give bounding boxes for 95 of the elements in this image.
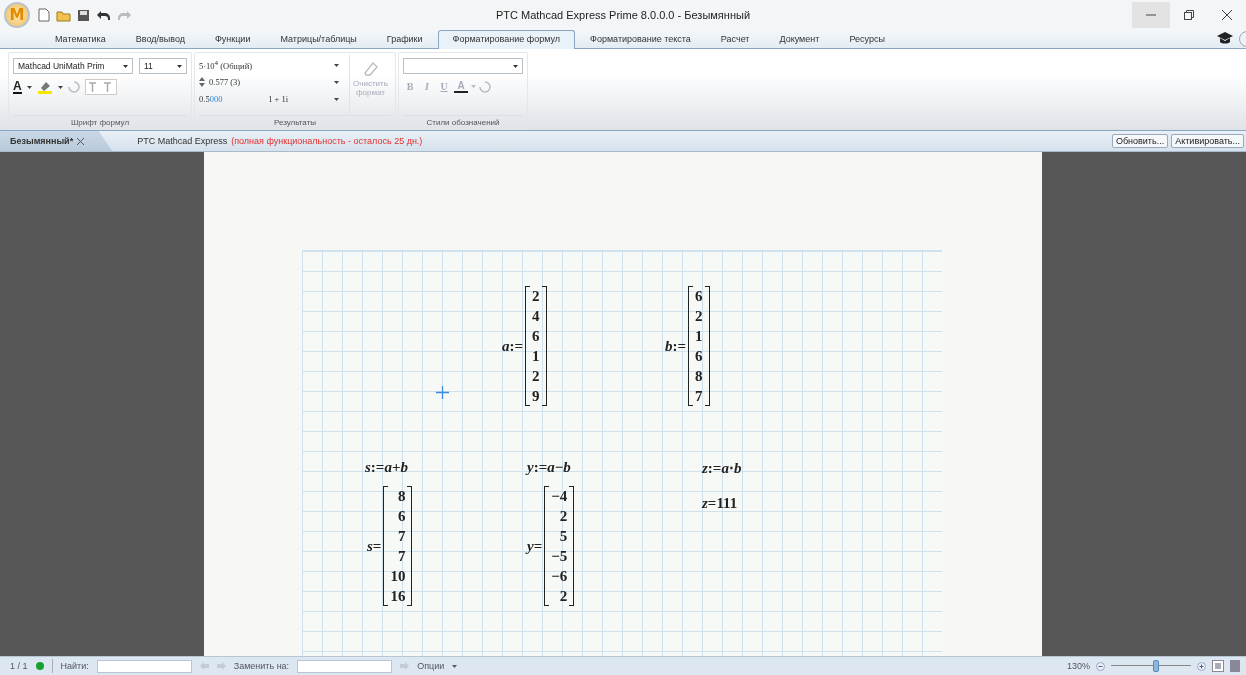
ribbon-tab[interactable]: Ресурсы [834,30,900,48]
crosshair-cursor-icon [436,386,449,399]
group-caption: Результаты [199,115,391,129]
size-dropdown[interactable]: 11 [139,58,187,74]
slider-thumb[interactable] [1152,660,1159,672]
precision-value[interactable]: 0.577 (3) [209,77,241,87]
caret-icon[interactable] [26,85,32,89]
caret-icon [177,64,182,68]
find-label: Найти: [60,661,89,671]
result-format[interactable]: 5·10$^{4}$ (Общий) [199,59,253,71]
matrix-element: 2 [532,287,540,306]
matrix-element: 5 [558,527,568,546]
matrix-element: 9 [532,387,540,406]
matrix-element: 7 [396,547,406,566]
caret-icon[interactable] [334,63,339,67]
math-expression: z=111 [702,495,738,512]
group-caption: Шрифт формул [13,115,187,129]
doc-button[interactable]: Обновить... [1111,134,1169,148]
save-icon[interactable] [77,8,90,22]
matrix-element: 8 [695,367,703,386]
ribbon-tab[interactable]: Математика [40,30,121,48]
matrix-element: −5 [551,547,568,566]
page-counter: 1 / 1 [10,661,28,671]
ribbon-tab[interactable]: Форматирование формул [437,30,576,49]
style-dropdown[interactable] [403,58,523,74]
math-expression: z:=a⋅b [702,459,742,477]
zoom-reading: 130% [1066,661,1090,671]
product-name: PTC Mathcad Express [137,136,228,146]
matrix-element: 2 [532,367,540,386]
folder-icon[interactable] [56,8,71,22]
math-expression: y:=a−b [527,459,571,476]
math-label: y= [527,537,543,555]
ribbon-tab[interactable]: Графики [371,30,438,48]
help-icon[interactable] [1238,31,1246,47]
status-dot-icon [35,662,44,670]
matrix-element: 4 [532,307,540,326]
trial-warning: (полная функциональность - осталось 25 дн.) [231,136,423,146]
page-view-icon[interactable] [1212,660,1224,672]
matrix-element: −6 [551,567,568,586]
matrix-element: 2 [558,507,568,526]
sample-number: 0.5000 [199,94,223,104]
ribbon-tab[interactable]: Расчет [705,30,765,48]
matrix-element: −4 [551,487,568,506]
eraser-icon [362,61,379,77]
caret-icon [513,64,518,68]
highlight-icon[interactable] [36,80,53,94]
graduation-cap-icon[interactable] [1216,31,1234,45]
matrix-element: 1 [695,327,703,346]
caret-icon[interactable] [57,85,63,89]
zoom-in-icon[interactable] [1197,661,1206,671]
new-file-icon[interactable] [38,8,50,22]
ribbon-tab[interactable]: Матрицы/таблицы [265,30,372,48]
replace-field[interactable] [297,659,393,673]
matrix-element: 6 [695,347,703,366]
math-label: s= [367,537,382,555]
redo-icon[interactable] [117,9,132,21]
matrix-element: 8 [396,487,406,506]
options-menu[interactable]: Опции [417,661,445,671]
matrix-element: 7 [396,527,406,546]
text-style-icon [84,79,117,95]
caret-icon[interactable] [334,97,339,101]
font-color-button[interactable]: A [13,80,22,94]
group-caption: Стили обозначений [403,115,523,129]
caret-icon[interactable] [452,664,458,668]
complex-format[interactable]: 1 + 1i [268,94,289,104]
matrix-element: 10 [390,567,406,586]
ribbon-tab[interactable]: Форматирование текста [575,30,706,48]
ribbon-tab[interactable]: Функции [199,30,266,48]
spinner-icon[interactable] [199,77,205,87]
math-label: a:= [502,337,524,355]
window-title: PTC Mathcad Express Prime 8.0.0.0 - Безымянный [495,9,751,21]
font-dropdown[interactable]: Mathcad UniMath Prim [13,58,133,74]
matrix-element: 16 [390,587,406,606]
caret-icon[interactable] [334,80,339,84]
matrix-element: 7 [695,387,703,406]
matrix-element: 2 [695,307,703,326]
matrix-element: 6 [695,287,703,306]
math-expression: s:=a+b [365,459,408,476]
math-label: b:= [665,337,687,355]
undo-icon[interactable] [96,9,111,21]
caret-icon [123,64,128,68]
matrix-element: 6 [532,327,540,346]
matrix-element: 2 [558,587,568,606]
ribbon-tab[interactable]: Ввод/вывод [120,30,200,48]
matrix-element: 1 [532,347,540,366]
zoom-out-icon[interactable] [1096,661,1105,671]
doc-button[interactable]: Активировать... [1171,134,1244,148]
ribbon-tab[interactable]: Документ [764,30,835,48]
document-tab[interactable]: Безымянный* [0,131,113,151]
replace-label: Заменить на: [233,661,290,671]
find-field[interactable] [96,659,192,673]
reset-icon [479,80,491,93]
close-icon[interactable] [77,137,85,145]
matrix-element: 6 [396,507,406,526]
reset-icon [67,81,80,93]
